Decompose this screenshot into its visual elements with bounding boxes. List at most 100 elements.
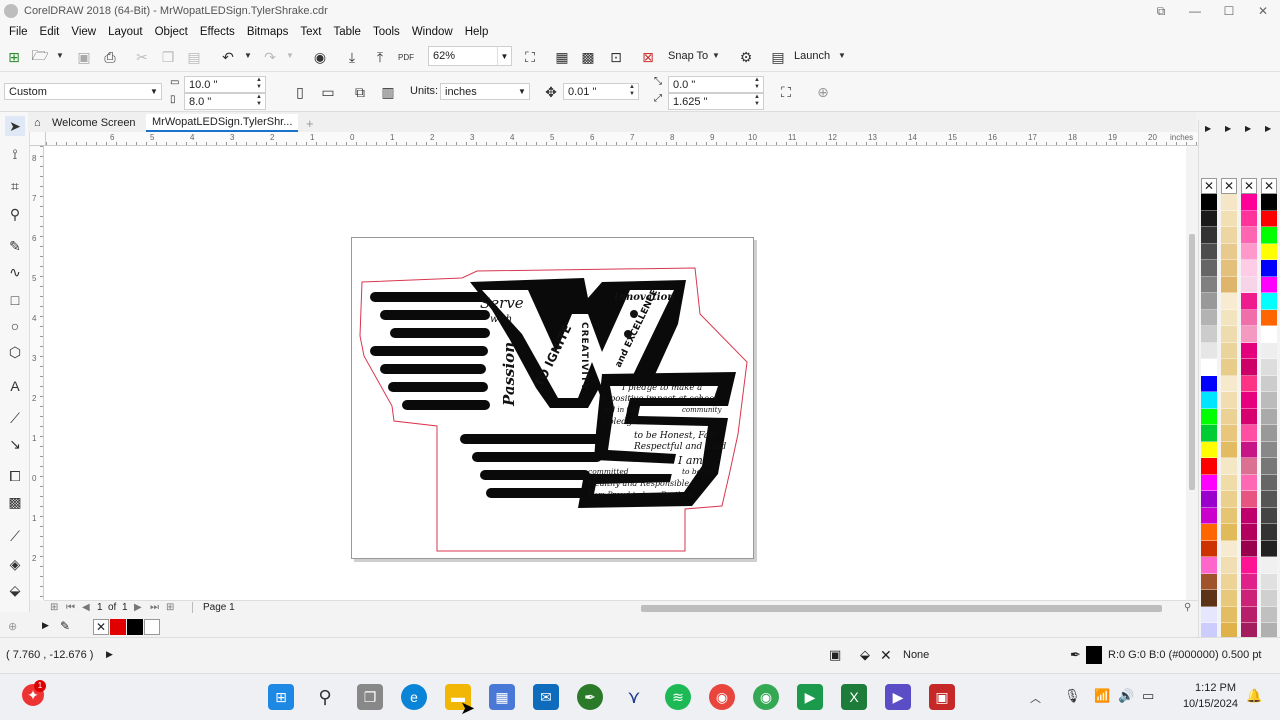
color-swatch[interactable]: [1201, 210, 1217, 227]
launch-button[interactable]: Launch: [794, 50, 830, 62]
connector-tool-icon[interactable]: ↘: [5, 434, 25, 454]
color-swatch[interactable]: [1201, 276, 1217, 293]
color-swatch[interactable]: [1261, 392, 1277, 409]
color-swatch[interactable]: [1241, 276, 1257, 293]
color-swatch[interactable]: [1261, 276, 1277, 293]
interactive-fill-tool-icon[interactable]: ◈: [5, 554, 25, 574]
color-swatch[interactable]: [1241, 260, 1257, 277]
color-swatch[interactable]: [1201, 524, 1217, 541]
page-size-select[interactable]: Custom ▼: [4, 83, 162, 100]
import-icon[interactable]: ⤓: [342, 47, 362, 67]
duplicate-x-field[interactable]: 0.0 " ▲ ▼: [668, 76, 764, 93]
palette-menu-icon[interactable]: ▶: [1265, 124, 1271, 133]
color-swatch[interactable]: [1221, 590, 1237, 607]
color-swatch[interactable]: [1201, 392, 1217, 409]
color-swatch[interactable]: [1201, 408, 1217, 425]
color-swatch[interactable]: [1201, 590, 1217, 607]
color-swatch[interactable]: [1261, 590, 1277, 607]
color-eyedropper-icon[interactable]: ✎: [60, 619, 70, 633]
ellipse-tool-icon[interactable]: ○: [5, 316, 25, 336]
task-view-icon[interactable]: ❐: [357, 684, 383, 710]
smart-fill-tool-icon[interactable]: ⬙: [5, 580, 25, 600]
google-meet-icon[interactable]: ▶: [797, 684, 823, 710]
zoom-to-fit-icon[interactable]: ⛶: [520, 47, 540, 67]
color-swatch[interactable]: [1221, 359, 1237, 376]
color-swatch[interactable]: [1201, 557, 1217, 574]
menu-layout[interactable]: Layout: [102, 26, 149, 38]
show-grid-icon[interactable]: ⊡: [606, 47, 626, 67]
color-swatch[interactable]: [1241, 375, 1257, 392]
excel-icon[interactable]: X: [841, 684, 867, 710]
bleed-area-icon[interactable]: ⛶: [776, 82, 796, 102]
transparency-tool-icon[interactable]: ▩: [5, 492, 25, 512]
snap-to-button[interactable]: Snap To: [668, 50, 708, 62]
no-color-swatch[interactable]: ✕: [1201, 178, 1217, 194]
color-swatch[interactable]: [1261, 573, 1277, 590]
color-swatch[interactable]: [1241, 474, 1257, 491]
undo-icon[interactable]: ↶: [218, 47, 238, 67]
crop-tool-icon[interactable]: ⌗: [5, 176, 25, 196]
chrome-profile-icon[interactable]: ◉: [753, 684, 779, 710]
nudge-distance-field[interactable]: 0.01 " ▲ ▼: [563, 83, 639, 100]
color-swatch[interactable]: [1241, 243, 1257, 260]
color-swatch[interactable]: [1221, 557, 1237, 574]
first-page-icon[interactable]: ⏮: [66, 602, 75, 613]
no-color-swatch[interactable]: ✕: [1241, 178, 1257, 194]
menu-effects[interactable]: Effects: [194, 26, 241, 38]
ws-logo-artwork[interactable]: Serve with Passion TO IGNITE CREATIVITY …: [352, 238, 755, 560]
document-page[interactable]: Serve with Passion TO IGNITE CREATIVITY …: [351, 237, 754, 559]
color-swatch[interactable]: [1261, 342, 1277, 359]
color-swatch[interactable]: [1201, 227, 1217, 244]
microsoft-store-icon[interactable]: ▦: [489, 684, 515, 710]
home-icon[interactable]: ⌂: [28, 114, 47, 132]
color-swatch[interactable]: [1221, 276, 1237, 293]
page-size-dropdown-icon[interactable]: ▼: [147, 84, 161, 99]
redo-dropdown-icon[interactable]: ▼: [286, 51, 294, 61]
color-swatch[interactable]: [1241, 326, 1257, 343]
color-swatch[interactable]: [1241, 342, 1257, 359]
minimize-button[interactable]: —: [1178, 0, 1212, 22]
horizontal-ruler[interactable]: 7 6 5 4 3 2 1 0 1 2 3 4 5 6 7 8 9 10 11 …: [46, 132, 1198, 146]
publish-pdf-icon[interactable]: PDF: [396, 47, 416, 67]
portrait-icon[interactable]: ▯: [290, 82, 310, 102]
color-swatch[interactable]: [1241, 507, 1257, 524]
new-tab-icon[interactable]: +: [300, 114, 320, 132]
color-swatch[interactable]: [1221, 507, 1237, 524]
doc-swatch-white[interactable]: [144, 619, 160, 635]
color-swatch[interactable]: [1261, 210, 1277, 227]
menu-view[interactable]: View: [65, 26, 102, 38]
snap-to-dropdown-icon[interactable]: ▼: [712, 51, 720, 61]
vs-code-icon[interactable]: ⋎: [621, 684, 647, 710]
open-folder-icon[interactable]: 🗁: [30, 47, 50, 67]
clock-time[interactable]: 1:12 PM: [1176, 682, 1236, 694]
current-page-icon[interactable]: ▥: [378, 82, 398, 102]
spotify-icon[interactable]: ≋: [665, 684, 691, 710]
color-swatch[interactable]: [1261, 243, 1277, 260]
color-swatch[interactable]: [1201, 507, 1217, 524]
color-swatch[interactable]: [1201, 260, 1217, 277]
doc-swatch-red[interactable]: [110, 619, 126, 635]
landscape-icon[interactable]: ▭: [318, 82, 338, 102]
color-swatch[interactable]: [1201, 293, 1217, 310]
duplicate-x-spinner[interactable]: ▲ ▼: [751, 77, 763, 92]
page-width-spinner[interactable]: ▲ ▼: [253, 77, 265, 92]
color-swatch[interactable]: [1221, 392, 1237, 409]
color-swatch[interactable]: [1221, 474, 1237, 491]
menu-help[interactable]: Help: [459, 26, 495, 38]
color-swatch[interactable]: [1261, 293, 1277, 310]
zoom-level-combo[interactable]: 62% ▼: [428, 46, 512, 66]
color-swatch[interactable]: [1221, 227, 1237, 244]
color-swatch[interactable]: [1201, 359, 1217, 376]
color-swatch[interactable]: [1221, 573, 1237, 590]
color-swatch[interactable]: [1241, 425, 1257, 442]
no-color-swatch[interactable]: ✕: [1221, 178, 1237, 194]
microphone-icon[interactable]: 🎙: [1064, 688, 1081, 704]
color-swatch[interactable]: [1221, 606, 1237, 623]
color-swatch[interactable]: [1201, 194, 1217, 211]
zoom-dropdown-icon[interactable]: ▼: [497, 47, 511, 65]
color-swatch[interactable]: [1261, 359, 1277, 376]
color-swatch[interactable]: [1241, 309, 1257, 326]
color-swatch[interactable]: [1201, 474, 1217, 491]
palette-column[interactable]: ✕: [1201, 178, 1217, 689]
menu-text[interactable]: Text: [294, 26, 327, 38]
